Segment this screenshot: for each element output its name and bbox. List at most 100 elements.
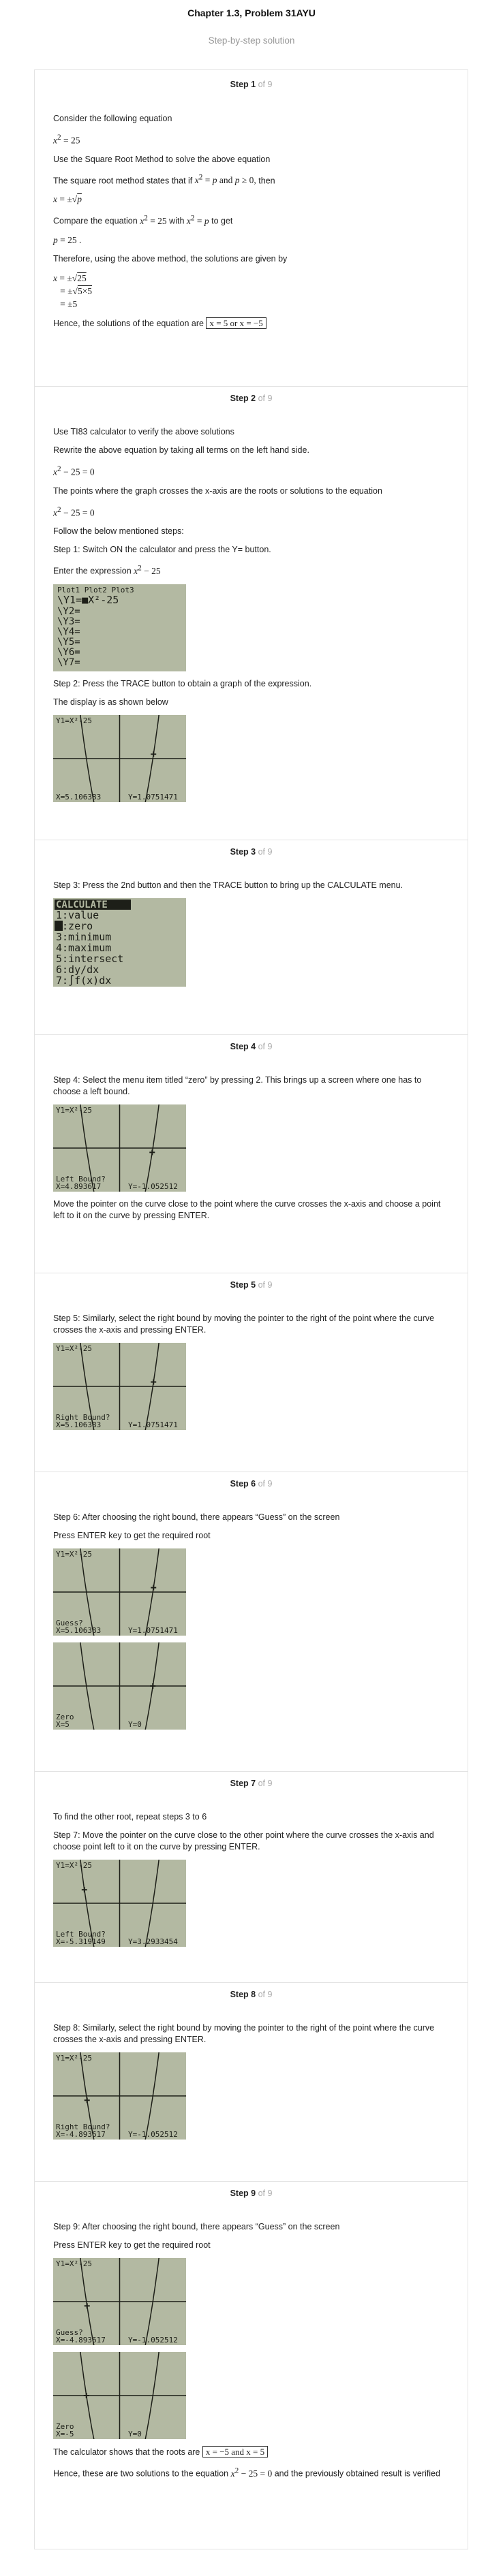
calculator-graph: Y1=X²-25 Guess? X=5.106383 Y=1.0751471 xyxy=(53,1548,186,1636)
text: Hence, the solutions of the equation are… xyxy=(53,317,449,330)
step-3: Step 3 of 9 Step 3: Press the 2nd button… xyxy=(34,840,468,1035)
step-4: Step 4 of 9 Step 4: Select the menu item… xyxy=(34,1035,468,1273)
equation: x = ±√p xyxy=(53,194,82,204)
trace-cursor xyxy=(149,1149,155,1156)
text: To find the other root, repeat steps 3 t… xyxy=(53,1812,207,1822)
step-header: Step 8 of 9 xyxy=(230,1990,273,1999)
y-entry: \Y5= xyxy=(57,637,80,648)
text: Rewrite the above equation by taking all… xyxy=(53,445,309,455)
step-8: Step 8 of 9 Step 8: Similarly, select th… xyxy=(34,1983,468,2182)
step-7: Step 7 of 9 To find the other root, repe… xyxy=(34,1772,468,1983)
y-entry: \Y6= xyxy=(57,647,80,658)
text: Compare the equation x2 = 25 with x2 = p… xyxy=(53,214,233,226)
text: Use TI83 calculator to verify the above … xyxy=(53,427,234,436)
equation: p = 25 . xyxy=(53,234,82,245)
svg-text:Y=-1.052512: Y=-1.052512 xyxy=(128,2336,178,2344)
step-header: Step 4 of 9 xyxy=(230,1042,273,1051)
text: Step 1: Switch ON the calculator and pre… xyxy=(53,545,271,554)
text: The points where the graph crosses the x… xyxy=(53,486,382,496)
text: The display is as shown below xyxy=(53,697,168,707)
text: Follow the below mentioned steps: xyxy=(53,526,184,536)
svg-text:X=-5.319149: X=-5.319149 xyxy=(56,1937,106,1946)
text: Step 9: After choosing the right bound, … xyxy=(53,2222,340,2231)
step-6: Step 6 of 9 Step 6: After choosing the r… xyxy=(34,1472,468,1772)
step-header: Step 5 of 9 xyxy=(230,1280,273,1290)
step-9: Step 9 of 9 Step 9: After choosing the r… xyxy=(34,2182,468,2549)
svg-text:X=-4.893617: X=-4.893617 xyxy=(56,2336,106,2344)
calculator-graph: Y1=X²-25 Guess? X=-4.893617 Y=-1.052512 xyxy=(53,2258,186,2345)
trace-cursor xyxy=(151,1379,157,1385)
step-header: Step 6 of 9 xyxy=(230,1479,273,1489)
svg-text:Y1=X²-25: Y1=X²-25 xyxy=(56,1861,92,1870)
svg-text:Y1=X²-25: Y1=X²-25 xyxy=(56,2054,92,2063)
text: Consider the following equation xyxy=(53,114,172,123)
equation: x2 − 25 = 0 xyxy=(53,465,95,477)
y-entry: \Y2= xyxy=(57,606,80,617)
svg-text:Y=-1.052512: Y=-1.052512 xyxy=(128,1182,178,1191)
text: Step 4: Select the menu item titled “zer… xyxy=(53,1075,422,1096)
text: Step 7: Move the pointer on the curve cl… xyxy=(53,1830,434,1851)
calculator-graph: Zero X=5 Y=0 xyxy=(53,1642,186,1730)
trace-cursor xyxy=(151,751,157,757)
step-header: Step 1 of 9 xyxy=(230,80,273,89)
y-entry: \Y1=■X²-25 xyxy=(57,594,119,606)
text: Move the pointer on the curve close to t… xyxy=(53,1199,441,1220)
calculator-graph: Y1=X²-25 Left Bound? X=-5.319149 Y=3.293… xyxy=(53,1860,186,1947)
calculator-graph: Y1=X²-25 Right Bound? X=5.106383 Y=1.075… xyxy=(53,1343,186,1430)
step-header: Step 2 of 9 xyxy=(230,394,273,403)
svg-text:X=5.106383: X=5.106383 xyxy=(56,1420,101,1429)
step-header: Step 3 of 9 xyxy=(230,847,273,857)
calculator-y-editor: Plot1 Plot2 Plot3 \Y1=■X²-25 \Y2= \Y3= \… xyxy=(53,584,186,671)
step-5: Step 5 of 9 Step 5: Similarly, select th… xyxy=(34,1273,468,1472)
svg-text:Y1=X²-25: Y1=X²-25 xyxy=(56,1550,92,1559)
text: Step 3: Press the 2nd button and then th… xyxy=(53,880,403,890)
svg-text:X=5: X=5 xyxy=(56,1720,70,1729)
calculator-graph: Y1=X²-25 X=5.106383 Y=1.0751471 xyxy=(53,714,186,802)
svg-text:X=-5: X=-5 xyxy=(56,2430,74,2438)
text: Step 5: Similarly, select the right boun… xyxy=(53,1314,435,1335)
trace-cursor xyxy=(151,1585,157,1591)
svg-text:Y=1.0751471: Y=1.0751471 xyxy=(128,1626,178,1635)
text: The square root method states that if x2… xyxy=(53,173,275,186)
graph-x-readout: X=5.106383 xyxy=(56,793,101,801)
trace-cursor xyxy=(84,2097,90,2103)
step-2: Step 2 of 9 Use TI83 calculator to verif… xyxy=(34,387,468,840)
svg-text:Y1=X²-25: Y1=X²-25 xyxy=(56,2259,92,2268)
text: Therefore, using the above method, the s… xyxy=(53,253,288,264)
svg-text:X=4.893617: X=4.893617 xyxy=(56,1182,101,1191)
equation: x = ±√25 = ±√5×5 = ±5 xyxy=(53,272,93,309)
svg-text:Y=3.2933454: Y=3.2933454 xyxy=(128,1937,178,1946)
menu-item: 7:∫f(x)dx xyxy=(56,974,111,987)
svg-text:Y1=X²-25: Y1=X²-25 xyxy=(56,1106,92,1115)
text: The calculator shows that the roots are … xyxy=(53,2446,449,2458)
y-entry: \Y3= xyxy=(57,616,80,627)
calculator-graph: Zero X=-5 Y=0 xyxy=(53,2352,186,2439)
text: Enter the expression x2 − 25 xyxy=(53,564,161,576)
svg-text:X=5.106383: X=5.106383 xyxy=(56,1626,101,1635)
svg-text:Y1=X²-25: Y1=X²-25 xyxy=(56,1344,92,1353)
y-entry: \Y4= xyxy=(57,626,80,637)
text: Press ENTER key to get the required root xyxy=(53,1531,211,1540)
calculator-graph: Y1=X²-25 Right Bound? X=-4.893617 Y=-1.0… xyxy=(53,2052,186,2140)
trace-cursor xyxy=(81,1887,87,1893)
equation: x2 − 25 = 0 xyxy=(53,505,95,518)
graph-y-readout: Y=1.0751471 xyxy=(128,793,178,801)
svg-text:Y=-1.052512: Y=-1.052512 xyxy=(128,2130,178,2139)
svg-text:X=-4.893617: X=-4.893617 xyxy=(56,2130,106,2139)
text: Press ENTER key to get the required root xyxy=(53,2240,211,2250)
answer-box: x = −5 and x = 5 xyxy=(202,2446,269,2458)
trace-cursor xyxy=(150,1683,156,1689)
text: Hence, these are two solutions to the eq… xyxy=(53,2466,440,2479)
text: Step 2: Press the TRACE button to obtain… xyxy=(53,678,312,688)
step-1: Step 1 of 9 Consider the following equat… xyxy=(34,69,468,387)
step-header: Step 7 of 9 xyxy=(230,1779,273,1788)
calculator-calc-menu: CALCULATE 1:value 2:zero 3:minimum 4:max… xyxy=(53,898,186,987)
page-subtitle: Step-by-step solution xyxy=(208,35,295,46)
trace-cursor xyxy=(84,2303,90,2309)
calculator-graph: Y1=X²-25 Left Bound? X=4.893617 Y=-1.052… xyxy=(53,1104,186,1192)
svg-text:Y=0: Y=0 xyxy=(128,1720,142,1729)
svg-text:Y=1.0751471: Y=1.0751471 xyxy=(128,1420,178,1429)
text: Use the Square Root Method to solve the … xyxy=(53,154,271,164)
page-title: Chapter 1.3, Problem 31AYU xyxy=(187,7,316,18)
text: Step 8: Similarly, select the right boun… xyxy=(53,2023,435,2044)
